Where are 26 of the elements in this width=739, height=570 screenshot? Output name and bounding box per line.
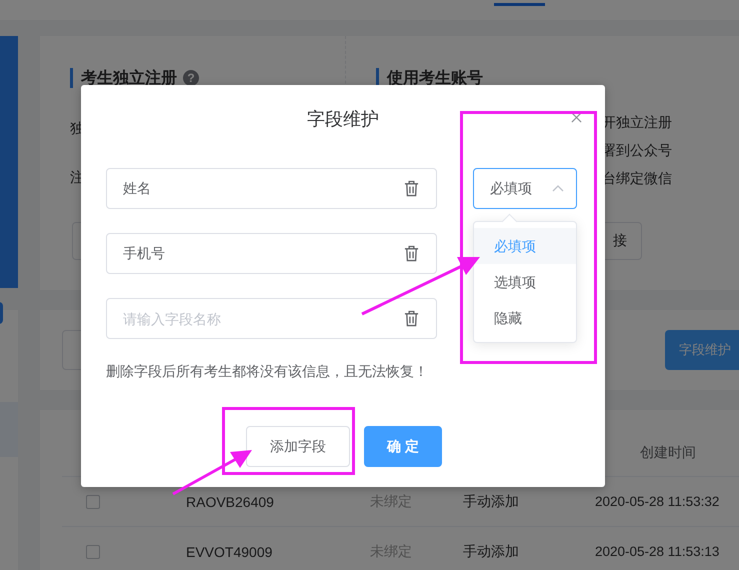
caret-icon bbox=[552, 185, 564, 192]
table-cell: 2020-05-28 11:53:13 bbox=[595, 544, 720, 559]
table-cell: 手动添加 bbox=[463, 492, 519, 510]
table-cell: RAOVB26409 bbox=[186, 494, 274, 510]
field-name-input[interactable]: 姓名 bbox=[106, 168, 437, 209]
warning-text: 删除字段后所有考生都将没有该信息，且无法恢复！ bbox=[106, 363, 429, 381]
tab-indicator bbox=[494, 3, 545, 6]
trash-icon[interactable] bbox=[404, 310, 419, 327]
field-name-input[interactable]: 手机号 bbox=[106, 233, 437, 274]
table-cell: 手动添加 bbox=[463, 542, 519, 560]
field-name-input[interactable]: 请输入字段名称 bbox=[106, 298, 437, 339]
row-checkbox[interactable] bbox=[86, 544, 100, 558]
section-title: 考生独立注册 bbox=[81, 68, 177, 88]
section-title: 使用考生账号 bbox=[387, 68, 483, 88]
close-icon[interactable] bbox=[571, 112, 582, 123]
requirement-select[interactable]: 必填项 bbox=[473, 168, 577, 209]
table-cell: EVVOT49009 bbox=[186, 544, 272, 560]
trash-icon[interactable] bbox=[404, 245, 419, 262]
trash-icon[interactable] bbox=[404, 180, 419, 197]
dialog-title: 字段维护 bbox=[307, 108, 379, 131]
table-cell: 2020-05-28 11:53:32 bbox=[595, 494, 720, 509]
dropdown-option[interactable]: 选填项 bbox=[474, 264, 576, 300]
dropdown-option[interactable]: 隐藏 bbox=[474, 300, 576, 336]
add-field-button[interactable]: 添加字段 bbox=[246, 426, 350, 467]
row-checkbox[interactable] bbox=[86, 494, 100, 508]
column-header: 创建时间 bbox=[640, 444, 696, 462]
